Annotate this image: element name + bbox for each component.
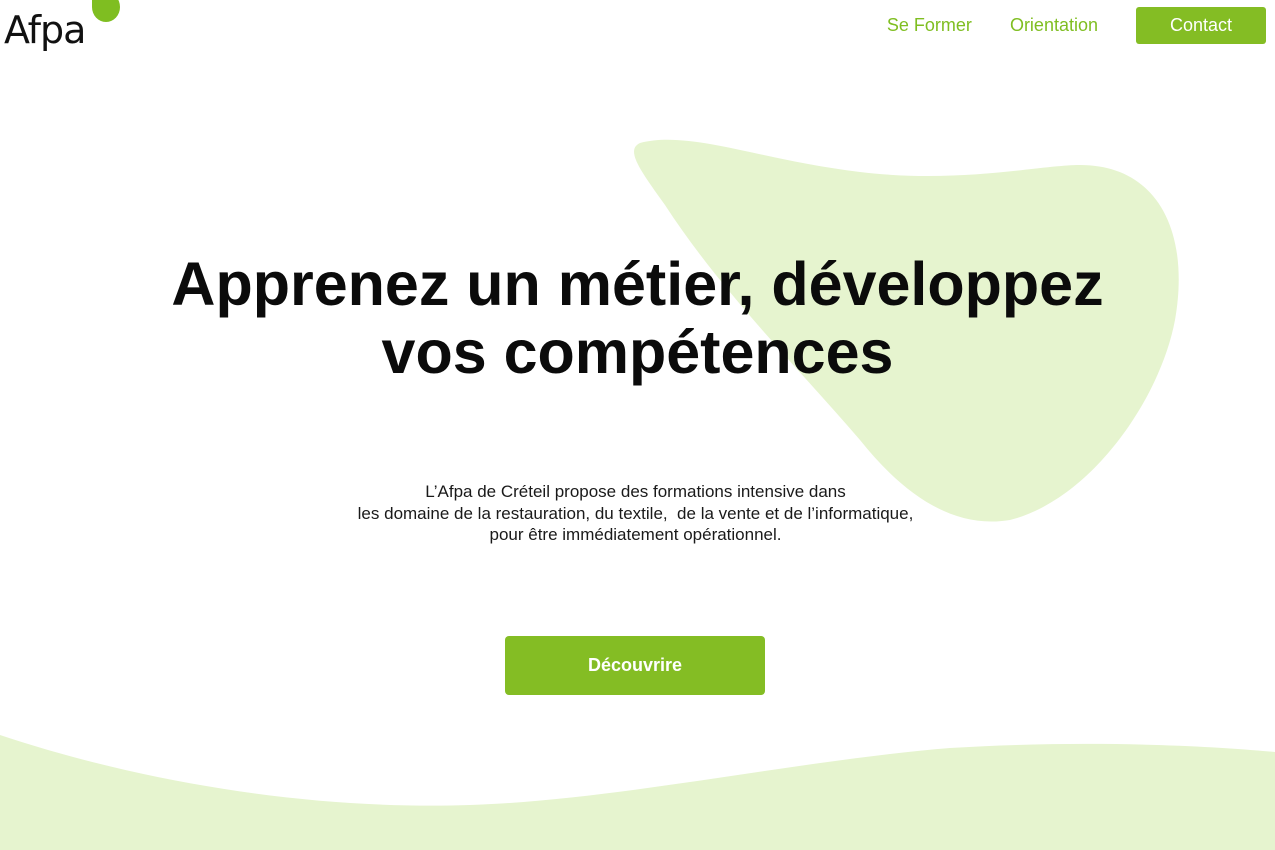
nav-link-orientation[interactable]: Orientation (1010, 7, 1098, 44)
hero-title: Apprenez un métier, développez vos compé… (0, 250, 1275, 386)
nav-link-se-former[interactable]: Se Former (887, 7, 972, 44)
logo-wordmark: Afpa (4, 8, 86, 52)
hero-description-line-3: pour être immédiatement opérationnel. (489, 525, 782, 544)
main-nav: Se Former Orientation Contact (887, 7, 1266, 44)
afpa-logo[interactable]: Afpa (4, 0, 124, 56)
bottom-wave-shape (0, 735, 1275, 850)
page: Afpa Se Former Orientation Contact Appre… (0, 0, 1275, 850)
contact-button[interactable]: Contact (1136, 7, 1266, 44)
hero-description: L’Afpa de Créteil propose des formations… (0, 481, 1271, 546)
site-header: Afpa Se Former Orientation Contact (0, 0, 1275, 60)
discover-button[interactable]: Découvrire (505, 636, 765, 695)
hero-title-line-2: vos compétences (381, 318, 894, 386)
leaf-icon (92, 0, 120, 22)
hero-title-line-1: Apprenez un métier, développez (171, 250, 1104, 318)
hero-description-line-2: les domaine de la restauration, du texti… (357, 503, 914, 523)
hero-description-line-1: L’Afpa de Créteil propose des formations… (425, 482, 846, 501)
background-shapes (0, 139, 1275, 850)
